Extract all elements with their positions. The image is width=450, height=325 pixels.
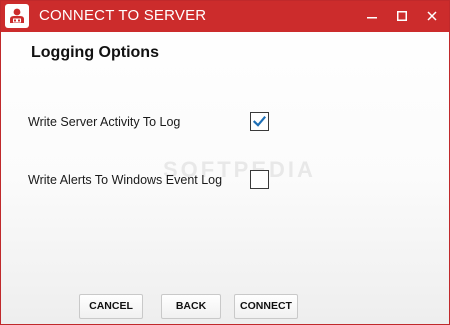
checkmark-icon xyxy=(253,115,266,127)
maximize-button[interactable] xyxy=(389,5,415,27)
window-title: CONNECT TO SERVER xyxy=(39,7,207,24)
close-icon xyxy=(427,11,437,21)
minimize-button[interactable] xyxy=(359,5,385,27)
close-button[interactable] xyxy=(419,5,445,27)
server-activity-log-label: Write Server Activity To Log xyxy=(28,115,181,129)
cancel-button[interactable]: CANCEL xyxy=(79,294,143,319)
server-user-icon xyxy=(5,4,29,28)
connect-button[interactable]: CONNECT xyxy=(234,294,298,319)
minimize-icon xyxy=(367,17,377,19)
windows-event-log-checkbox[interactable] xyxy=(250,170,269,189)
maximize-icon xyxy=(397,11,407,21)
connect-window: CONNECT TO SERVER Logging Options SOFTPE… xyxy=(0,0,450,325)
page-title: Logging Options xyxy=(31,44,159,61)
title-bar[interactable]: CONNECT TO SERVER xyxy=(1,1,449,32)
windows-event-log-label: Write Alerts To Windows Event Log xyxy=(28,173,223,187)
server-activity-log-checkbox[interactable] xyxy=(250,112,269,131)
back-button[interactable]: BACK xyxy=(161,294,221,319)
